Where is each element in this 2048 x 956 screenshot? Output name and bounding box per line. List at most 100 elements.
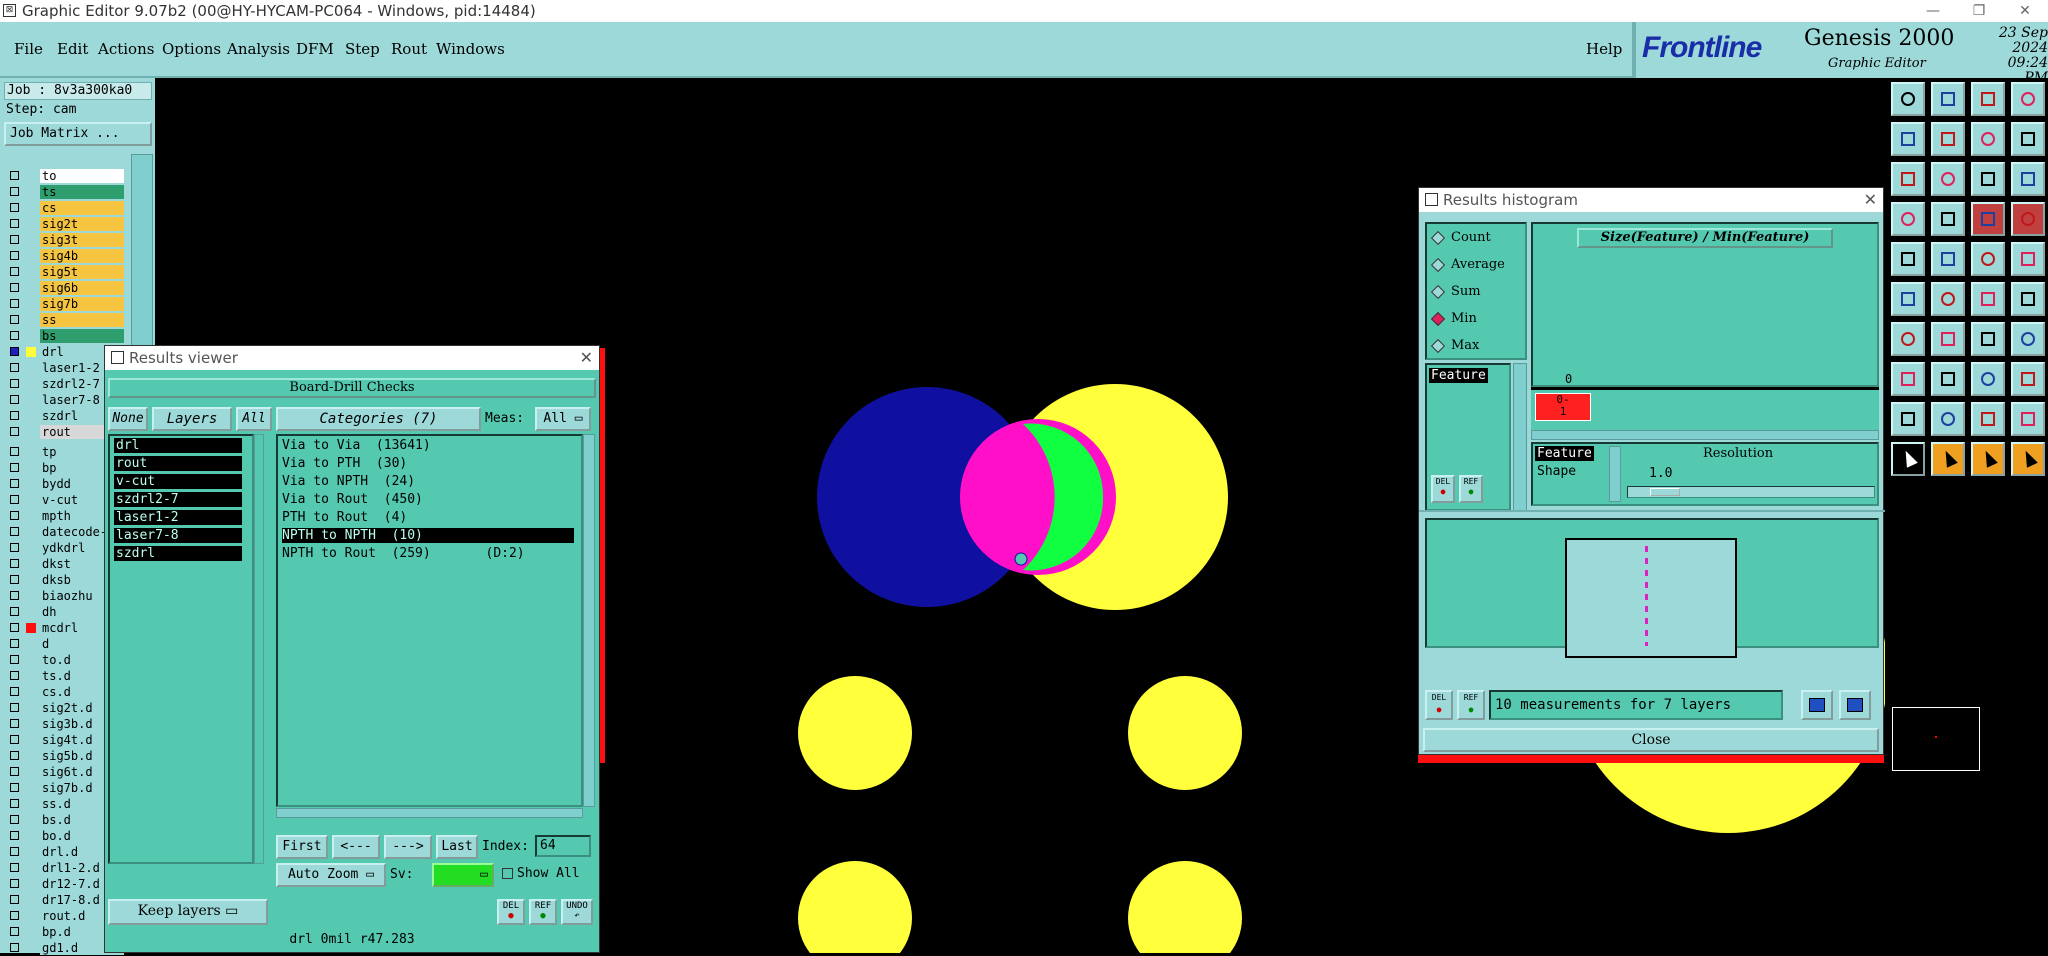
layer-checkbox[interactable] <box>10 607 19 616</box>
zoom-center-tool[interactable] <box>1931 162 1965 196</box>
line-tool[interactable] <box>1971 242 2005 276</box>
triangle-c-tool[interactable] <box>1971 402 2005 436</box>
next-button[interactable]: ---> <box>384 835 432 859</box>
layer-checkbox[interactable] <box>10 267 19 276</box>
net-tool[interactable] <box>1891 282 1925 316</box>
category-item[interactable]: Via to Via (13641) <box>282 438 574 453</box>
histogram-titlebar[interactable]: Results histogram ✕ <box>1419 188 1883 212</box>
layer-name[interactable]: bs <box>40 329 124 343</box>
layer-checkbox[interactable] <box>10 379 19 388</box>
layers-button[interactable]: Layers <box>152 407 232 431</box>
undo-button[interactable]: UNDO ↶ <box>561 899 593 925</box>
pointer-c-tool[interactable] <box>1971 442 2005 476</box>
layer-checkbox[interactable] <box>10 427 19 436</box>
meas-dropdown[interactable]: All ▭ <box>535 407 591 431</box>
menu-step[interactable]: Step <box>345 40 380 58</box>
hist-del-button[interactable]: DEL ● <box>1425 690 1453 720</box>
layer-name[interactable]: ss <box>40 313 124 327</box>
layer-row[interactable]: sig6b <box>0 280 126 296</box>
layer-checkbox[interactable] <box>10 559 19 568</box>
histogram-bar[interactable]: 0- 1 <box>1535 393 1591 421</box>
layer-checkbox[interactable] <box>10 203 19 212</box>
arc-tool[interactable] <box>1971 322 2005 356</box>
results-layer-item[interactable]: szdrl2-7 <box>114 492 242 507</box>
layer-checkbox[interactable] <box>10 315 19 324</box>
layer-checkbox[interactable] <box>10 363 19 372</box>
results-viewer-titlebar[interactable]: Results viewer ✕ <box>105 346 599 370</box>
layer-checkbox[interactable] <box>10 447 19 456</box>
aggregate-option-max[interactable]: Max <box>1430 338 1479 353</box>
all-button[interactable]: All <box>236 407 272 431</box>
menu-windows[interactable]: Windows <box>436 40 505 58</box>
compare-tool[interactable] <box>2011 322 2045 356</box>
layer-checkbox[interactable] <box>10 463 19 472</box>
keep-layers-dropdown[interactable]: Keep layers ▭ <box>108 899 268 925</box>
layer-checkbox[interactable] <box>10 235 19 244</box>
angle-tool[interactable] <box>1891 322 1925 356</box>
layer-checkbox[interactable] <box>10 943 19 952</box>
menu-help[interactable]: Help <box>1586 40 1622 58</box>
layer-row[interactable]: bs <box>0 328 126 344</box>
measure-red-tool[interactable] <box>1971 202 2005 236</box>
edit-shape-tool[interactable] <box>1931 242 1965 276</box>
layer-checkbox[interactable] <box>10 671 19 680</box>
layer-checkbox[interactable] <box>10 187 19 196</box>
cross-tool[interactable] <box>1931 282 1965 316</box>
index-input[interactable]: 64 <box>535 835 591 857</box>
window-tool[interactable] <box>2011 82 2045 116</box>
minimize-button[interactable]: — <box>1910 0 1956 22</box>
layer-checkbox[interactable] <box>10 927 19 936</box>
close-button[interactable]: Close <box>1423 728 1879 752</box>
restore-button[interactable]: ❐ <box>1956 0 2002 22</box>
category-item[interactable]: NPTH to NPTH (10) <box>282 528 574 543</box>
triangle-b-tool[interactable] <box>1931 402 1965 436</box>
layer-checkbox[interactable] <box>10 879 19 888</box>
open-job-tool[interactable] <box>1891 82 1925 116</box>
layer-checkbox[interactable] <box>10 623 19 632</box>
results-layer-item[interactable]: szdrl <box>114 546 242 561</box>
auto-zoom-dropdown[interactable]: Auto Zoom ▭ <box>276 863 386 887</box>
help-tool[interactable] <box>2011 162 2045 196</box>
layer-checkbox[interactable] <box>10 527 19 536</box>
fit-tool[interactable] <box>1891 162 1925 196</box>
layer-checkbox[interactable] <box>10 283 19 292</box>
circle-tool[interactable] <box>2011 242 2045 276</box>
triangle-d-tool[interactable] <box>2011 402 2045 436</box>
menu-edit[interactable]: Edit <box>57 40 88 58</box>
feature-button[interactable]: Feature <box>1535 446 1594 461</box>
layer-row[interactable]: sig4b <box>0 248 126 264</box>
feature-scrollbar[interactable] <box>1513 363 1527 511</box>
layer-checkbox[interactable] <box>10 655 19 664</box>
layer-checkbox[interactable] <box>10 511 19 520</box>
pointer-tool[interactable] <box>1891 442 1925 476</box>
pointer-b-tool[interactable] <box>1931 442 1965 476</box>
layer-row[interactable]: sig7b <box>0 296 126 312</box>
chart-hscroll[interactable] <box>1531 430 1879 440</box>
layer-row[interactable]: ss <box>0 312 126 328</box>
pane-divider[interactable] <box>1419 510 1885 512</box>
job-matrix-button[interactable]: Job Matrix ... <box>4 122 152 146</box>
home-tool[interactable] <box>1971 82 2005 116</box>
layer-name[interactable]: sig5t <box>40 265 124 279</box>
last-button[interactable]: Last <box>436 835 478 859</box>
layer-checkbox[interactable] <box>10 687 19 696</box>
layer-checkbox[interactable] <box>10 751 19 760</box>
layer-name[interactable]: sig2t <box>40 217 124 231</box>
del-button[interactable]: DEL ● <box>497 899 525 925</box>
layer-checkbox[interactable] <box>10 847 19 856</box>
link-tool[interactable] <box>2011 282 2045 316</box>
report-graph-button[interactable] <box>1839 690 1871 720</box>
report-export-button[interactable] <box>1801 690 1833 720</box>
layer-move-tool[interactable] <box>1971 122 2005 156</box>
layer-checkbox[interactable] <box>10 831 19 840</box>
layer-out-tool[interactable] <box>1931 122 1965 156</box>
ref-button[interactable]: REF ● <box>529 899 557 925</box>
layer-checkbox[interactable] <box>10 767 19 776</box>
layer-checkbox[interactable] <box>10 735 19 744</box>
aggregate-option-sum[interactable]: Sum <box>1430 284 1481 299</box>
layer-checkbox[interactable] <box>10 411 19 420</box>
sv-color-dropdown[interactable]: ▭ <box>432 863 494 887</box>
shape-button[interactable]: Shape <box>1537 464 1576 479</box>
category-hscroll[interactable] <box>276 808 583 818</box>
none-button[interactable]: None <box>108 407 148 431</box>
